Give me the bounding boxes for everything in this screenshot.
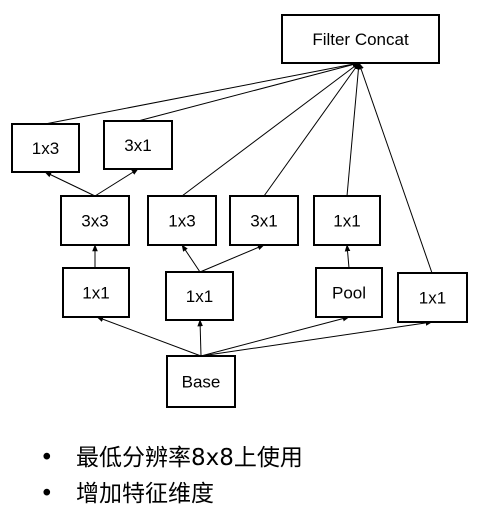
node-far-1x1: 1x1 <box>397 272 468 323</box>
node-l-1x3: 1x3 <box>11 123 80 173</box>
bullet-item: • 增加特征维度 <box>40 476 303 512</box>
bullet-item: • 最低分辨率8x8上使用 <box>40 440 303 476</box>
edge-l-3x3-to-l-1x3 <box>44 171 96 197</box>
node-pool: Pool <box>315 267 383 318</box>
node-label: 1x1 <box>333 212 360 231</box>
edge-pool-to-r-1x1-top <box>344 244 351 269</box>
node-label: Base <box>182 373 221 392</box>
edge-r-1x1-top-to-filter-concat <box>346 62 362 197</box>
edge-base-to-far-1x1 <box>200 320 433 357</box>
node-r-1x1-top: 1x1 <box>313 195 381 246</box>
bullet-text: 最低分辨率8x8上使用 <box>76 445 303 471</box>
node-label: Filter Concat <box>312 30 409 49</box>
node-l-3x3: 3x3 <box>60 195 130 246</box>
node-base: Base <box>166 355 236 408</box>
edge-l-1x3-to-filter-concat <box>44 61 360 125</box>
bullet-dot: • <box>40 445 54 471</box>
node-label: 1x1 <box>186 287 213 306</box>
node-m-3x1: 3x1 <box>229 195 299 246</box>
edge-base-to-m-1x1 <box>197 319 203 357</box>
bullet-dot: • <box>40 481 54 507</box>
inception-module-diagram: Filter Concat 1x3 3x1 3x3 1x3 3x1 1x1 1x1 1x1 Poo… <box>11 14 468 408</box>
node-m-1x1: 1x1 <box>165 271 234 321</box>
node-m-1x3: 1x3 <box>147 195 217 246</box>
edge-base-to-pool <box>200 315 350 357</box>
node-l-3x1: 3x1 <box>103 120 173 170</box>
node-label: 1x1 <box>82 284 109 303</box>
edge-l-3x3-to-l-3x1 <box>94 168 139 197</box>
node-filter-concat: Filter Concat <box>281 14 440 64</box>
edge-m-1x1-to-m-1x3 <box>181 244 201 273</box>
edge-base-to-l-1x1 <box>96 316 202 357</box>
nodes: Filter Concat 1x3 3x1 3x3 1x3 3x1 1x1 1x1 1x1 Poo… <box>11 14 468 408</box>
node-label: Pool <box>332 284 366 303</box>
node-label: 1x3 <box>168 212 195 231</box>
node-l-1x1: 1x1 <box>62 267 130 318</box>
node-label: 3x3 <box>81 212 108 231</box>
bullet-text: 增加特征维度 <box>76 481 214 507</box>
edge-m-1x3-to-filter-concat <box>181 62 360 197</box>
node-label: 3x1 <box>124 136 151 155</box>
node-label: 1x1 <box>419 289 446 308</box>
slide: Filter Concat 1x3 3x1 3x3 1x3 3x1 1x1 1x1 1x1 Poo… <box>0 0 490 523</box>
edge-l-3x1-to-filter-concat <box>137 61 360 122</box>
edge-m-3x1-to-filter-concat <box>263 62 360 197</box>
edge-m-1x1-to-m-3x1 <box>199 244 265 273</box>
node-label: 1x3 <box>32 139 59 158</box>
node-label: 3x1 <box>250 212 277 231</box>
bullet-list: • 最低分辨率8x8上使用 • 增加特征维度 <box>40 440 303 512</box>
